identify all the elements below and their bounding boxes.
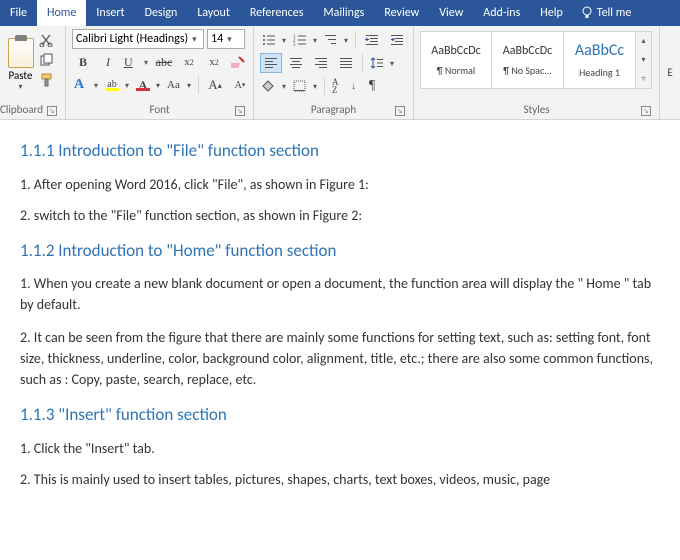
cut-button[interactable] [39,33,57,49]
group-paragraph: ▾ 123▾ ▾ ▾ ▾ ▾ [254,26,414,119]
shrink-font-button[interactable]: A▾ [229,75,251,95]
font-name-combo[interactable]: Calibri Light (Headings)▾ [72,29,204,49]
paragraph[interactable]: 2. This is mainly used to insert tables,… [20,469,660,490]
styles-expand[interactable]: ▿ [636,69,651,88]
sort-button[interactable]: AZ↓ [330,76,358,96]
text-effects-button[interactable]: A▾ [72,75,100,95]
multilevel-list-button[interactable]: ▾ [322,30,350,50]
clear-formatting-button[interactable] [228,52,250,72]
tab-addins[interactable]: Add-ins [473,0,530,26]
decrease-indent-button[interactable] [361,30,383,50]
style-heading-1[interactable]: AaBbCc Heading 1 [564,31,636,89]
align-right-button[interactable] [310,53,332,73]
paste-dropdown[interactable]: ▾ [18,82,22,92]
align-left-button[interactable] [260,53,282,73]
strikethrough-button[interactable]: abc [153,52,175,72]
heading-1-1-1[interactable]: 1.1.1 Introduction to "File" function se… [20,138,660,164]
clipboard-dialog-launcher[interactable]: ↘ [47,106,57,116]
styles-scroll-up[interactable]: ▴ [636,32,651,51]
tell-me[interactable]: Tell me [573,0,640,26]
group-clipboard: Paste ▾ Clipboard↘ [0,26,66,119]
format-painter-button[interactable] [39,73,57,89]
ribbon: Paste ▾ Clipboard↘ Calibri Light (Headin… [0,26,680,120]
style-no-spacing[interactable]: AaBbCcDc ¶ No Spac... [492,31,564,89]
copy-button[interactable] [39,53,57,69]
paragraph[interactable]: 1. Click the "Insert" tab. [20,438,660,459]
editing-label-partial: E [667,66,672,79]
bullets-button[interactable]: ▾ [260,30,288,50]
separator [355,31,356,49]
tab-view[interactable]: View [429,0,473,26]
svg-text:3: 3 [293,43,296,46]
style-name-label: ¶ No Spac... [503,64,552,77]
group-editing-partial: E [660,26,680,119]
paste-icon[interactable] [8,38,34,68]
justify-button[interactable] [335,53,357,73]
styles-scroll-down[interactable]: ▾ [636,51,651,70]
align-center-button[interactable] [285,53,307,73]
separator [324,77,325,95]
style-preview: AaBbCcDc [431,44,480,58]
tab-home[interactable]: Home [37,0,86,26]
paragraph[interactable]: 2. switch to the "File" function section… [20,205,660,226]
tab-insert[interactable]: Insert [86,0,134,26]
grow-font-button[interactable]: A▴ [204,75,226,95]
style-name-label: Heading 1 [579,66,620,79]
font-size-combo[interactable]: 14▾ [207,29,245,49]
change-case-button[interactable]: Aa▾ [165,75,193,95]
italic-button[interactable]: I [97,52,119,72]
document-body[interactable]: 1.1.1 Introduction to "File" function se… [0,120,680,490]
heading-1-1-2[interactable]: 1.1.2 Introduction to "Home" function se… [20,238,660,264]
tab-help[interactable]: Help [530,0,573,26]
lightbulb-icon [581,6,593,20]
styles-gallery-scroll: ▴ ▾ ▿ [636,31,652,89]
paste-button[interactable]: Paste [9,69,33,82]
tab-review[interactable]: Review [374,0,429,26]
group-label-styles: Styles↘ [420,101,653,119]
show-hide-button[interactable]: ¶ [361,76,383,96]
font-dialog-launcher[interactable]: ↘ [235,106,245,116]
heading-1-1-3[interactable]: 1.1.3 "Insert" function section [20,402,660,428]
group-styles: AaBbCcDc ¶ Normal AaBbCcDc ¶ No Spac... … [414,26,660,119]
underline-button[interactable]: U▾ [122,52,150,72]
numbering-button[interactable]: 123▾ [291,30,319,50]
style-name-label: ¶ Normal [437,64,475,77]
subscript-button[interactable]: x2 [178,52,200,72]
style-normal[interactable]: AaBbCcDc ¶ Normal [420,31,492,89]
tab-mailings[interactable]: Mailings [313,0,374,26]
paragraph[interactable]: 1. After opening Word 2016, click "File"… [20,174,660,195]
line-spacing-button[interactable]: ▾ [368,53,396,73]
tab-layout[interactable]: Layout [187,0,240,26]
tab-file[interactable]: File [0,0,37,26]
group-label-paragraph: Paragraph↘ [260,101,407,119]
styles-dialog-launcher[interactable]: ↘ [641,106,651,116]
paragraph[interactable]: 2. It can be seen from the figure that t… [20,327,660,390]
increase-indent-button[interactable] [386,30,408,50]
tab-references[interactable]: References [240,0,314,26]
separator [362,54,363,72]
borders-button[interactable]: ▾ [291,76,319,96]
tell-me-label: Tell me [597,6,632,20]
group-font: Calibri Light (Headings)▾ 14▾ B I U▾ abc… [66,26,254,119]
paragraph-dialog-launcher[interactable]: ↘ [395,106,405,116]
style-preview: AaBbCc [575,41,624,60]
bold-button[interactable]: B [72,52,94,72]
paragraph[interactable]: 1. When you create a new blank document … [20,273,660,315]
group-label-font: Font↘ [72,101,247,119]
shading-button[interactable]: ▾ [260,76,288,96]
tab-design[interactable]: Design [135,0,188,26]
style-preview: AaBbCcDc [503,44,552,58]
font-color-button[interactable]: A▾ [134,75,162,95]
menu-bar: File Home Insert Design Layout Reference… [0,0,680,26]
group-label-clipboard: Clipboard↘ [6,101,59,119]
superscript-button[interactable]: x2 [203,52,225,72]
separator [198,76,199,94]
highlight-button[interactable]: ab▾ [103,75,131,95]
